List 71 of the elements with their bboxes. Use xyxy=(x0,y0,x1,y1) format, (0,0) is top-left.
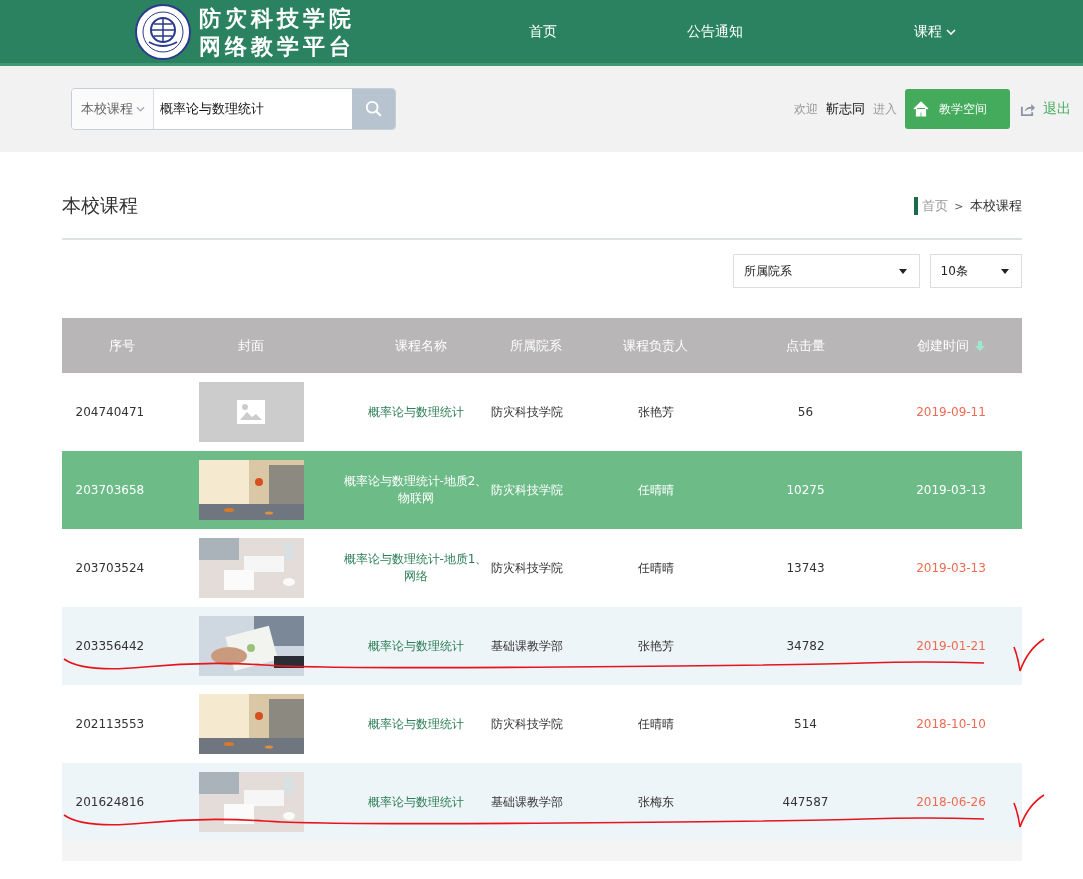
course-name-link[interactable]: 概率论与数理统计 xyxy=(367,403,464,421)
table-row[interactable]: 201624816 概率论与数理统计 基础课教学部 张梅东 447587 2018-06-26 xyxy=(61,763,1022,841)
table-cell: 13743 xyxy=(786,561,825,575)
table-cell: 203703524 xyxy=(75,561,145,575)
column-header: 课程名称 xyxy=(393,336,448,355)
user-name: 靳志同 xyxy=(826,100,865,118)
site-title: 防灾科技学院 xyxy=(199,3,355,32)
table-cell: 基础课教学部 xyxy=(490,793,563,811)
nav-link[interactable]: 课程 xyxy=(825,22,1045,41)
filter-dropdown[interactable]: 所属院系 xyxy=(732,254,920,288)
breadcrumb-link[interactable]: 首页 xyxy=(922,197,949,215)
column-header: 封面 xyxy=(237,336,265,355)
breadcrumb-separator: > xyxy=(954,199,964,213)
table-row[interactable]: 202113553 概率论与数理统计 防灾科技学院 任晴晴 514 2018-10-10 xyxy=(61,685,1022,763)
course-name-link[interactable]: 概率论与数理统计-地质1、网络 xyxy=(340,551,491,585)
date-cell: 2019-09-11 xyxy=(916,405,986,419)
image-icon xyxy=(237,400,265,424)
table-cell: 201624816 xyxy=(75,795,145,809)
site-title: 网络教学平台 xyxy=(199,31,355,60)
table-cell: 基础课教学部 xyxy=(490,637,563,655)
table-cell: 203703658 xyxy=(75,483,145,497)
table-row[interactable]: 203356442 概率论与数理统计 基础课教学部 张艳芳 34782 2019-01-21 xyxy=(61,607,1022,685)
column-header: 序号 xyxy=(107,336,136,355)
column-header: 创建时间 xyxy=(880,318,1022,373)
table-cell: 张艳芳 xyxy=(637,403,674,421)
table-cell: 447587 xyxy=(782,795,829,809)
table-cell: 张艳芳 xyxy=(637,637,674,655)
emblem-logo xyxy=(135,3,191,60)
table-cell: 防灾科技学院 xyxy=(490,403,563,421)
date-cell: 2018-10-10 xyxy=(916,717,986,731)
table-cell: 任晴晴 xyxy=(637,559,674,577)
course-name-link[interactable]: 概率论与数理统计 xyxy=(367,637,464,655)
course-name-link[interactable]: 概率论与数理统计 xyxy=(367,793,464,811)
table-cell: 任晴晴 xyxy=(637,715,674,733)
page-title: 本校课程 xyxy=(61,193,138,218)
enter-text: 进入 xyxy=(873,100,897,118)
check-mark-icon xyxy=(1011,637,1046,673)
home-icon xyxy=(913,101,929,117)
column-header: 点击量 xyxy=(785,336,826,355)
table-cell: 防灾科技学院 xyxy=(490,715,563,733)
sort-arrow-icon[interactable] xyxy=(975,340,985,351)
nav-link[interactable]: 首页 xyxy=(480,22,605,41)
date-cell: 2019-03-13 xyxy=(916,483,986,497)
filter-dropdown[interactable]: 10条 xyxy=(929,254,1022,288)
check-mark-icon xyxy=(1011,793,1046,829)
course-name-link[interactable]: 概率论与数理统计 xyxy=(367,715,464,733)
table-cell: 514 xyxy=(794,717,817,731)
table-cell: 10275 xyxy=(786,483,825,497)
caret-down-icon xyxy=(898,268,907,274)
nav-link[interactable]: 公告通知 xyxy=(605,22,825,41)
caret-down-icon xyxy=(1000,268,1009,274)
table-row[interactable]: 204740471 概率论与数理统计 防灾科技学院 张艳芳 56 2019-09-11 xyxy=(61,373,1022,451)
date-cell: 2019-01-21 xyxy=(916,639,986,653)
breadcrumb-current: 本校课程 xyxy=(969,197,1022,215)
table-cell: 202113553 xyxy=(75,717,145,731)
table-cell: 56 xyxy=(797,405,814,419)
welcome-text: 欢迎 xyxy=(794,100,818,118)
share-icon xyxy=(1020,101,1035,117)
table-cell: 防灾科技学院 xyxy=(490,559,563,577)
table-cell: 张梅东 xyxy=(637,793,674,811)
teaching-space-button[interactable]: 教学空间 xyxy=(905,89,1010,129)
table-cell: 34782 xyxy=(786,639,825,653)
table-cell: 203356442 xyxy=(75,639,145,653)
table-cell: 任晴晴 xyxy=(637,481,674,499)
table-cell: 防灾科技学院 xyxy=(490,481,563,499)
logout-link[interactable]: 退出 xyxy=(1043,100,1071,118)
column-header: 所属院系 xyxy=(508,336,563,355)
date-cell: 2018-06-26 xyxy=(916,795,986,809)
column-header: 课程负责人 xyxy=(622,336,689,355)
table-cell: 204740471 xyxy=(75,405,145,419)
date-cell: 2019-03-13 xyxy=(916,561,986,575)
